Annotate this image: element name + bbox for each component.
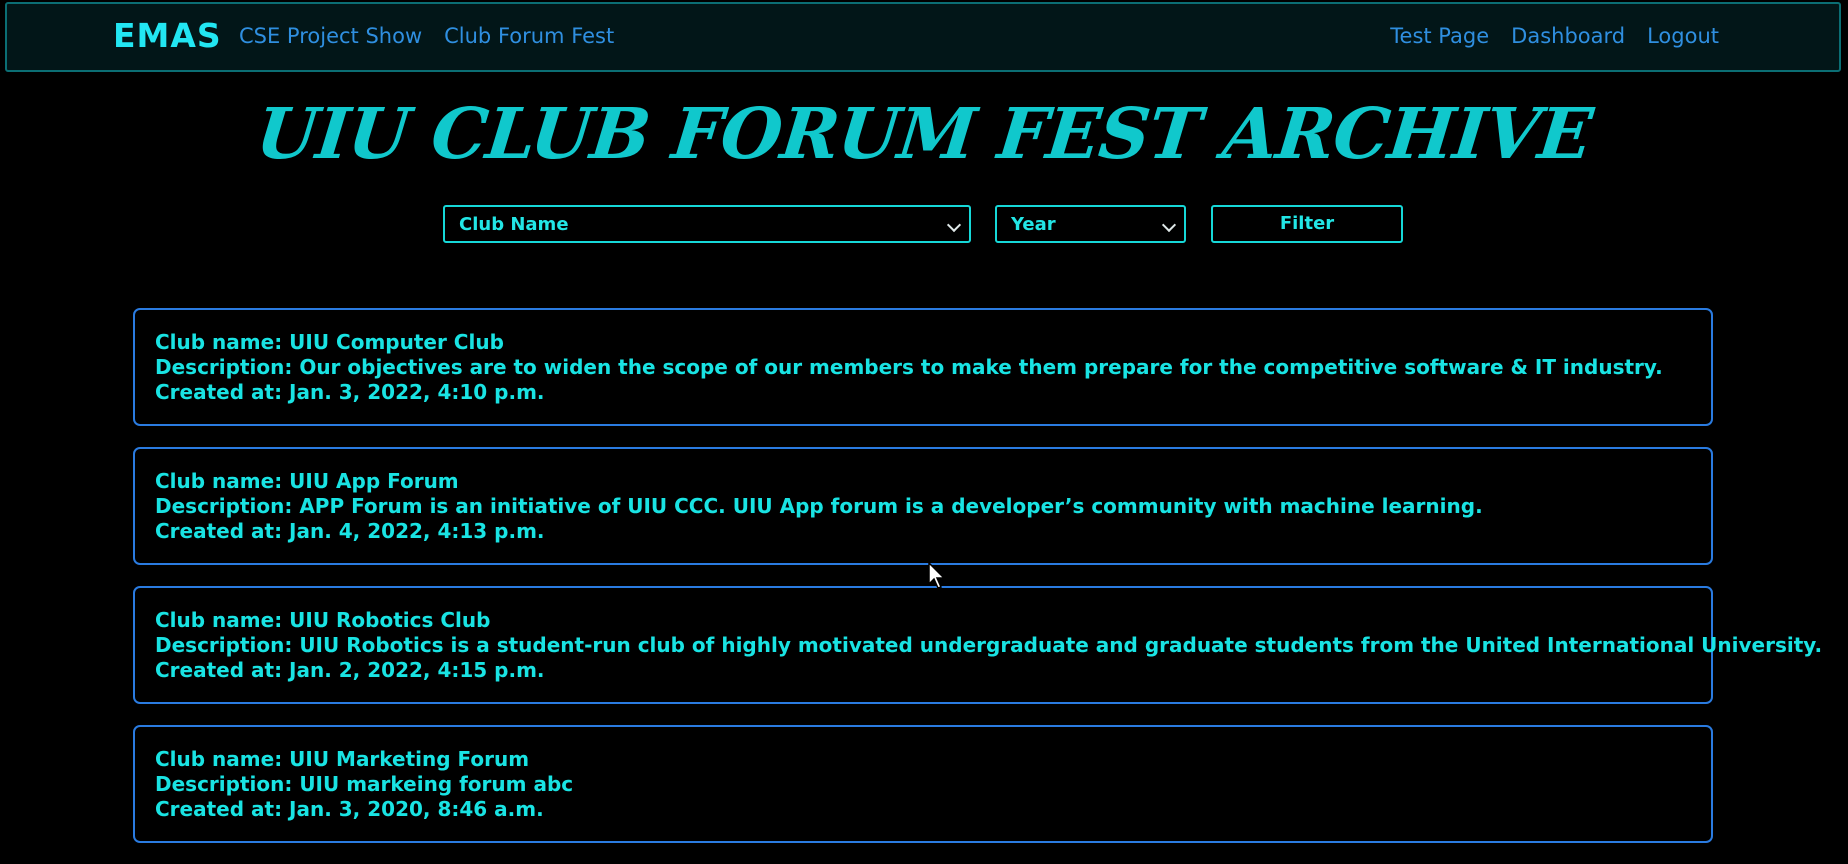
- club-description: Description: Our objectives are to widen…: [155, 355, 1663, 379]
- year-select-value: Year: [1011, 214, 1056, 235]
- club-name: Club name: UIU Computer Club: [155, 330, 504, 354]
- club-created-at: Created at: Jan. 4, 2022, 4:13 p.m.: [155, 519, 545, 543]
- mouse-cursor-icon: [928, 562, 946, 589]
- club-card: Club name: UIU App Forum Description: AP…: [133, 447, 1713, 565]
- club-created-at: Created at: Jan. 3, 2022, 4:10 p.m.: [155, 380, 545, 404]
- brand-logo[interactable]: EMAS: [113, 16, 222, 55]
- nav-link-logout[interactable]: Logout: [1647, 24, 1719, 48]
- club-card: Club name: UIU Marketing Forum Descripti…: [133, 725, 1713, 843]
- nav-link-cse-project-show[interactable]: CSE Project Show: [239, 24, 422, 48]
- nav-left-links: CSE Project Show Club Forum Fest: [239, 24, 614, 48]
- club-description: Description: UIU markeing forum abc: [155, 772, 574, 796]
- year-select[interactable]: Year: [995, 205, 1186, 243]
- club-description: Description: UIU Robotics is a student-r…: [155, 633, 1823, 657]
- nav-link-club-forum-fest[interactable]: Club Forum Fest: [444, 24, 614, 48]
- club-description: Description: APP Forum is an initiative …: [155, 494, 1483, 518]
- club-name: Club name: UIU Robotics Club: [155, 608, 491, 632]
- club-name-select[interactable]: Club Name: [443, 205, 971, 243]
- club-list: Club name: UIU Computer Club Description…: [133, 308, 1823, 864]
- club-name: Club name: UIU App Forum: [155, 469, 459, 493]
- club-name: Club name: UIU Marketing Forum: [155, 747, 530, 771]
- nav-link-test-page[interactable]: Test Page: [1390, 24, 1489, 48]
- club-card: Club name: UIU Robotics Club Description…: [133, 586, 1823, 704]
- club-created-at: Created at: Jan. 2, 2022, 4:15 p.m.: [155, 658, 545, 682]
- filter-button[interactable]: Filter: [1211, 205, 1403, 243]
- top-navbar: EMAS CSE Project Show Club Forum Fest Te…: [5, 2, 1841, 72]
- chevron-down-icon: [1161, 217, 1177, 233]
- club-name-select-value: Club Name: [459, 214, 569, 235]
- chevron-down-icon: [946, 217, 962, 233]
- nav-link-dashboard[interactable]: Dashboard: [1511, 24, 1625, 48]
- club-created-at: Created at: Jan. 3, 2020, 8:46 a.m.: [155, 797, 544, 821]
- club-card: Club name: UIU Computer Club Description…: [133, 308, 1713, 426]
- nav-right-links: Test Page Dashboard Logout: [1390, 24, 1719, 48]
- page-title: UIU CLUB FORUM FEST ARCHIVE: [252, 92, 1596, 175]
